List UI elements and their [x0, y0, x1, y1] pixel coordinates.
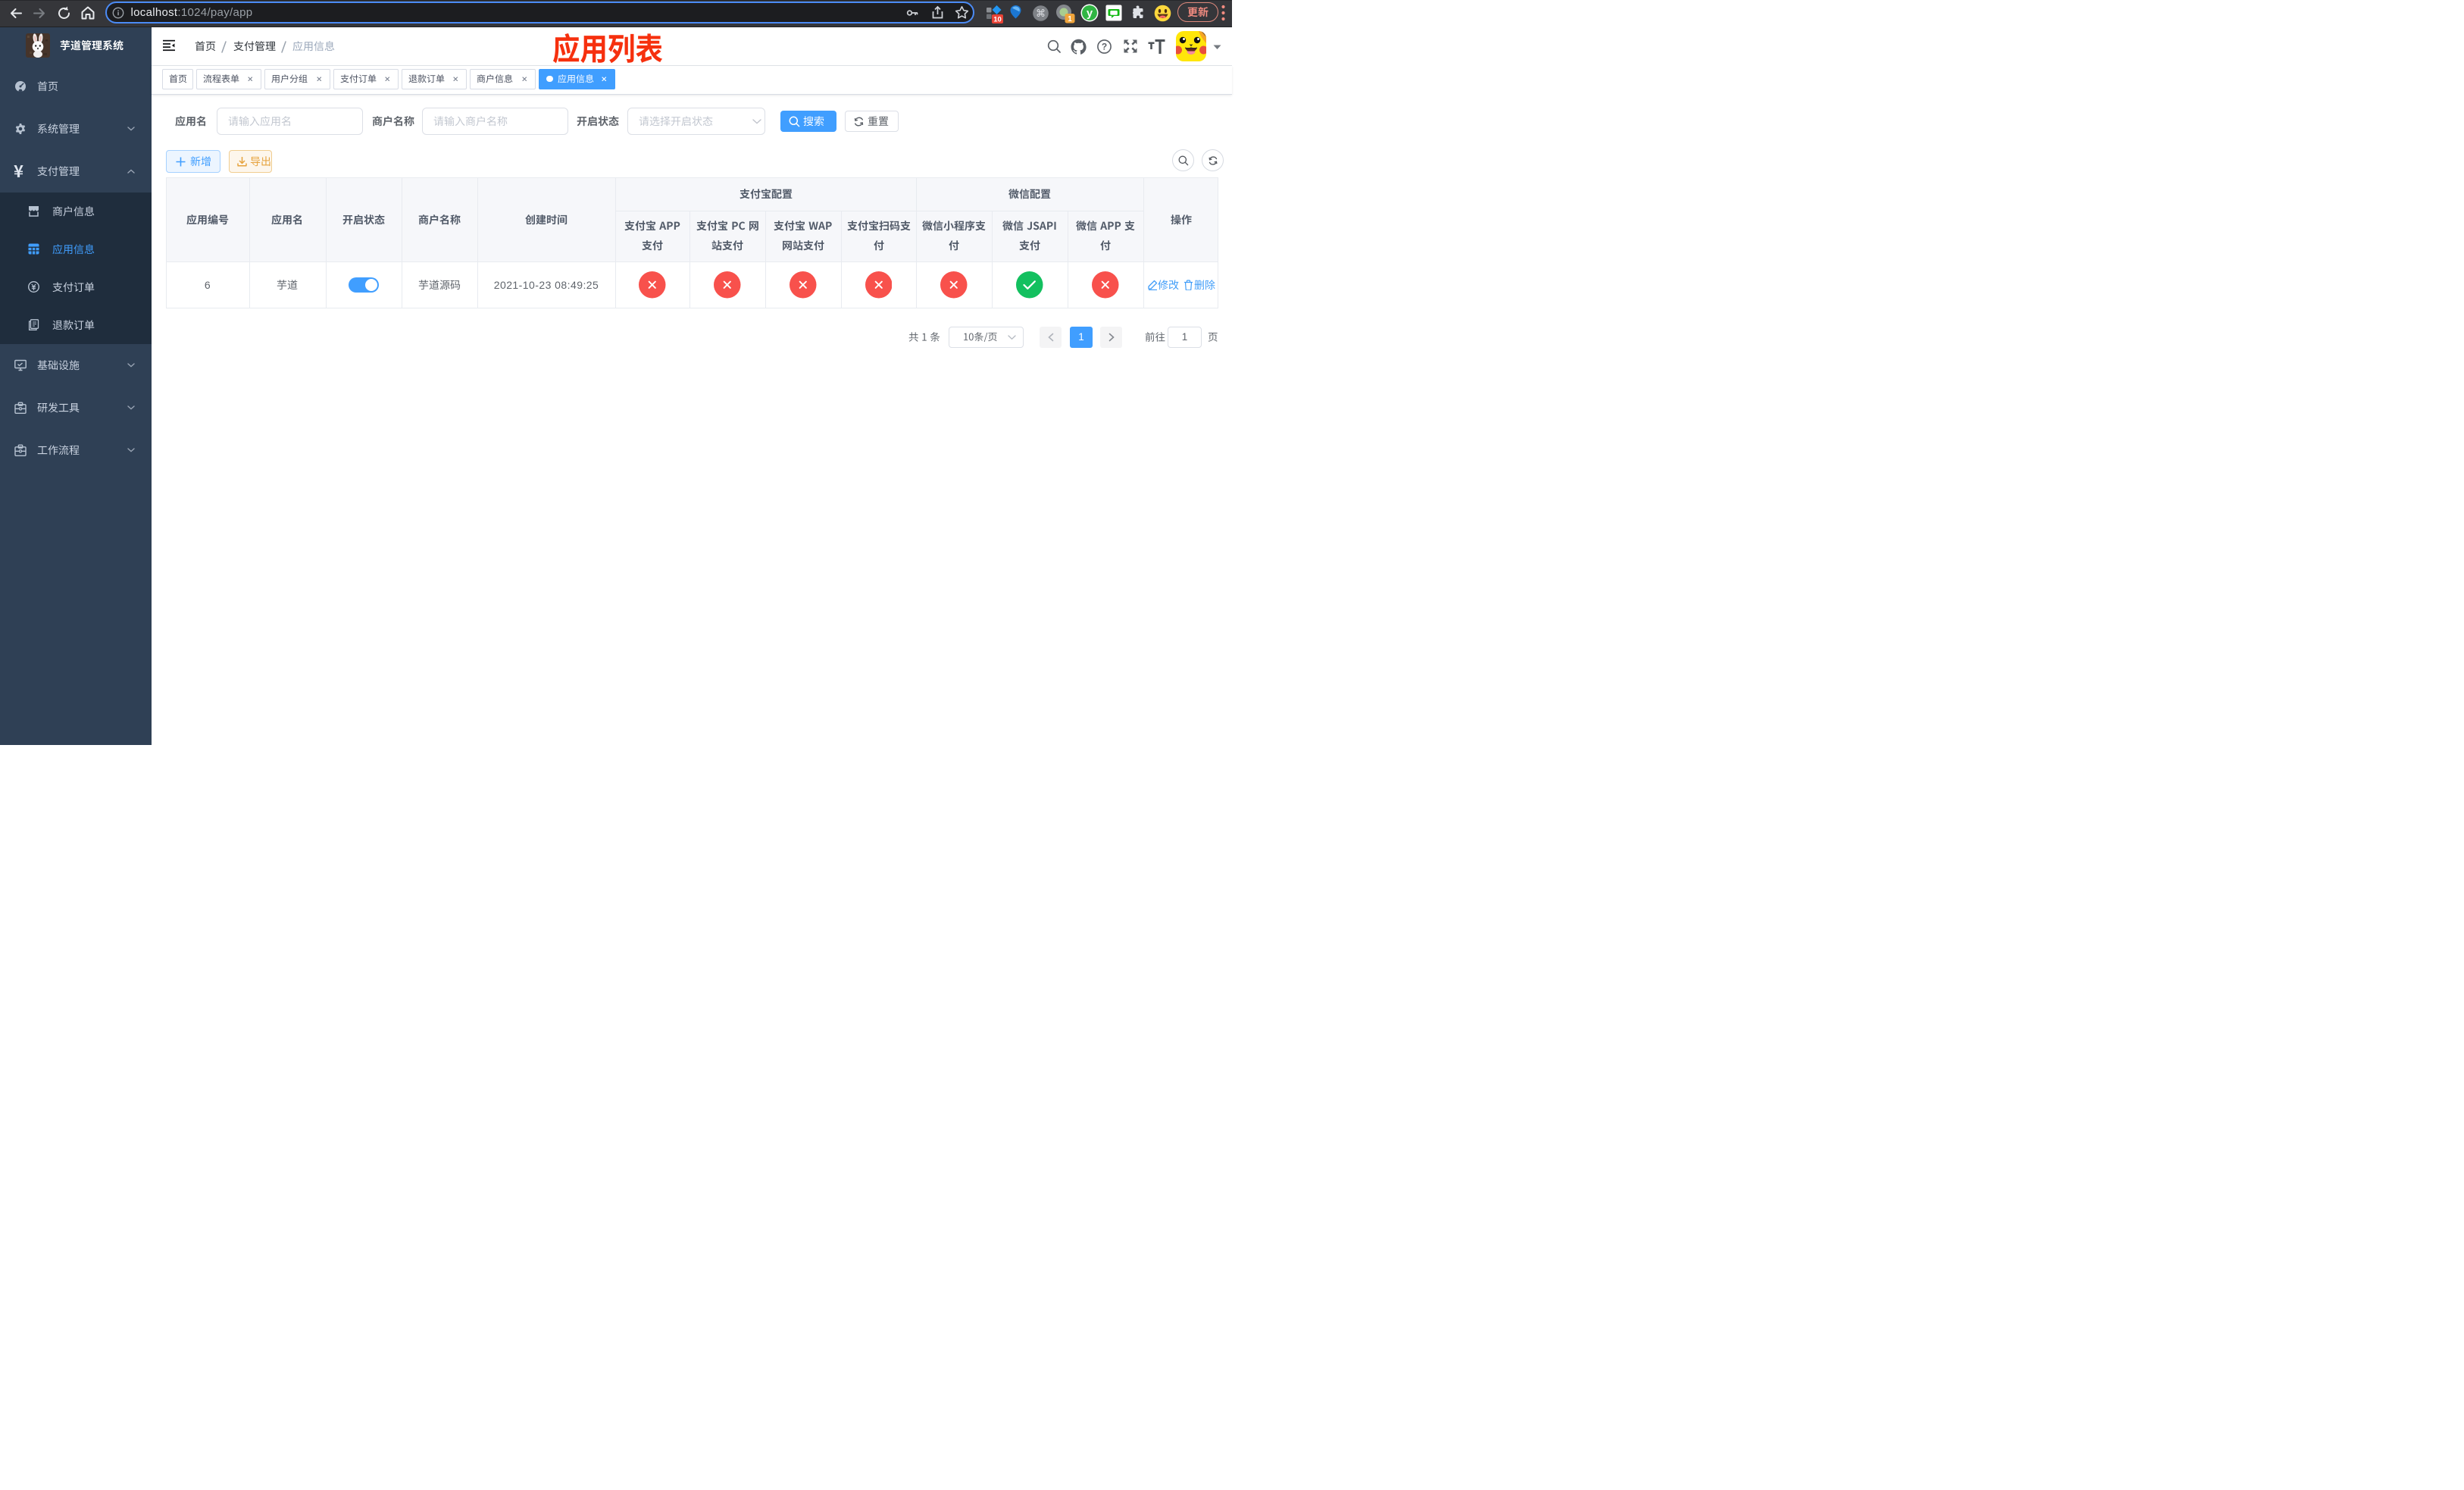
svg-text:?: ?	[1102, 41, 1107, 52]
svg-text:y: y	[1087, 8, 1093, 20]
svg-text:⌘: ⌘	[1036, 8, 1046, 19]
svg-text:1: 1	[1068, 15, 1072, 23]
svg-text:10: 10	[993, 16, 1002, 24]
